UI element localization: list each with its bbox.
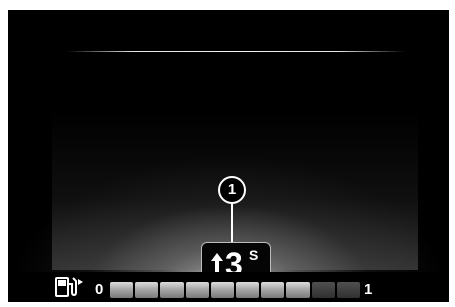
fuel-economy-min-label: 0 <box>95 281 104 298</box>
callout-leader-line <box>231 204 233 242</box>
fuel-economy-segment <box>135 282 159 298</box>
gear-mode: S <box>249 247 259 263</box>
fuel-economy-segment <box>311 282 335 298</box>
horizon-line <box>66 51 406 52</box>
fuel-economy-segments <box>110 282 361 298</box>
callout-marker: 1 <box>218 176 246 204</box>
fuel-economy-segment <box>236 282 260 298</box>
fuel-economy-segment <box>185 282 209 298</box>
fuel-economy-segment <box>160 282 184 298</box>
fuel-economy-segment <box>336 282 361 298</box>
fuel-economy-segment <box>110 282 134 298</box>
fuel-economy-segment <box>261 282 285 298</box>
fuel-economy-segment <box>286 282 310 298</box>
fuel-economy-max-label: 1 <box>364 281 373 298</box>
fuel-economy-segment <box>210 282 235 298</box>
fuel-pump-icon <box>55 277 83 297</box>
cluster-display: 1 3 S 0 1 <box>8 10 449 302</box>
